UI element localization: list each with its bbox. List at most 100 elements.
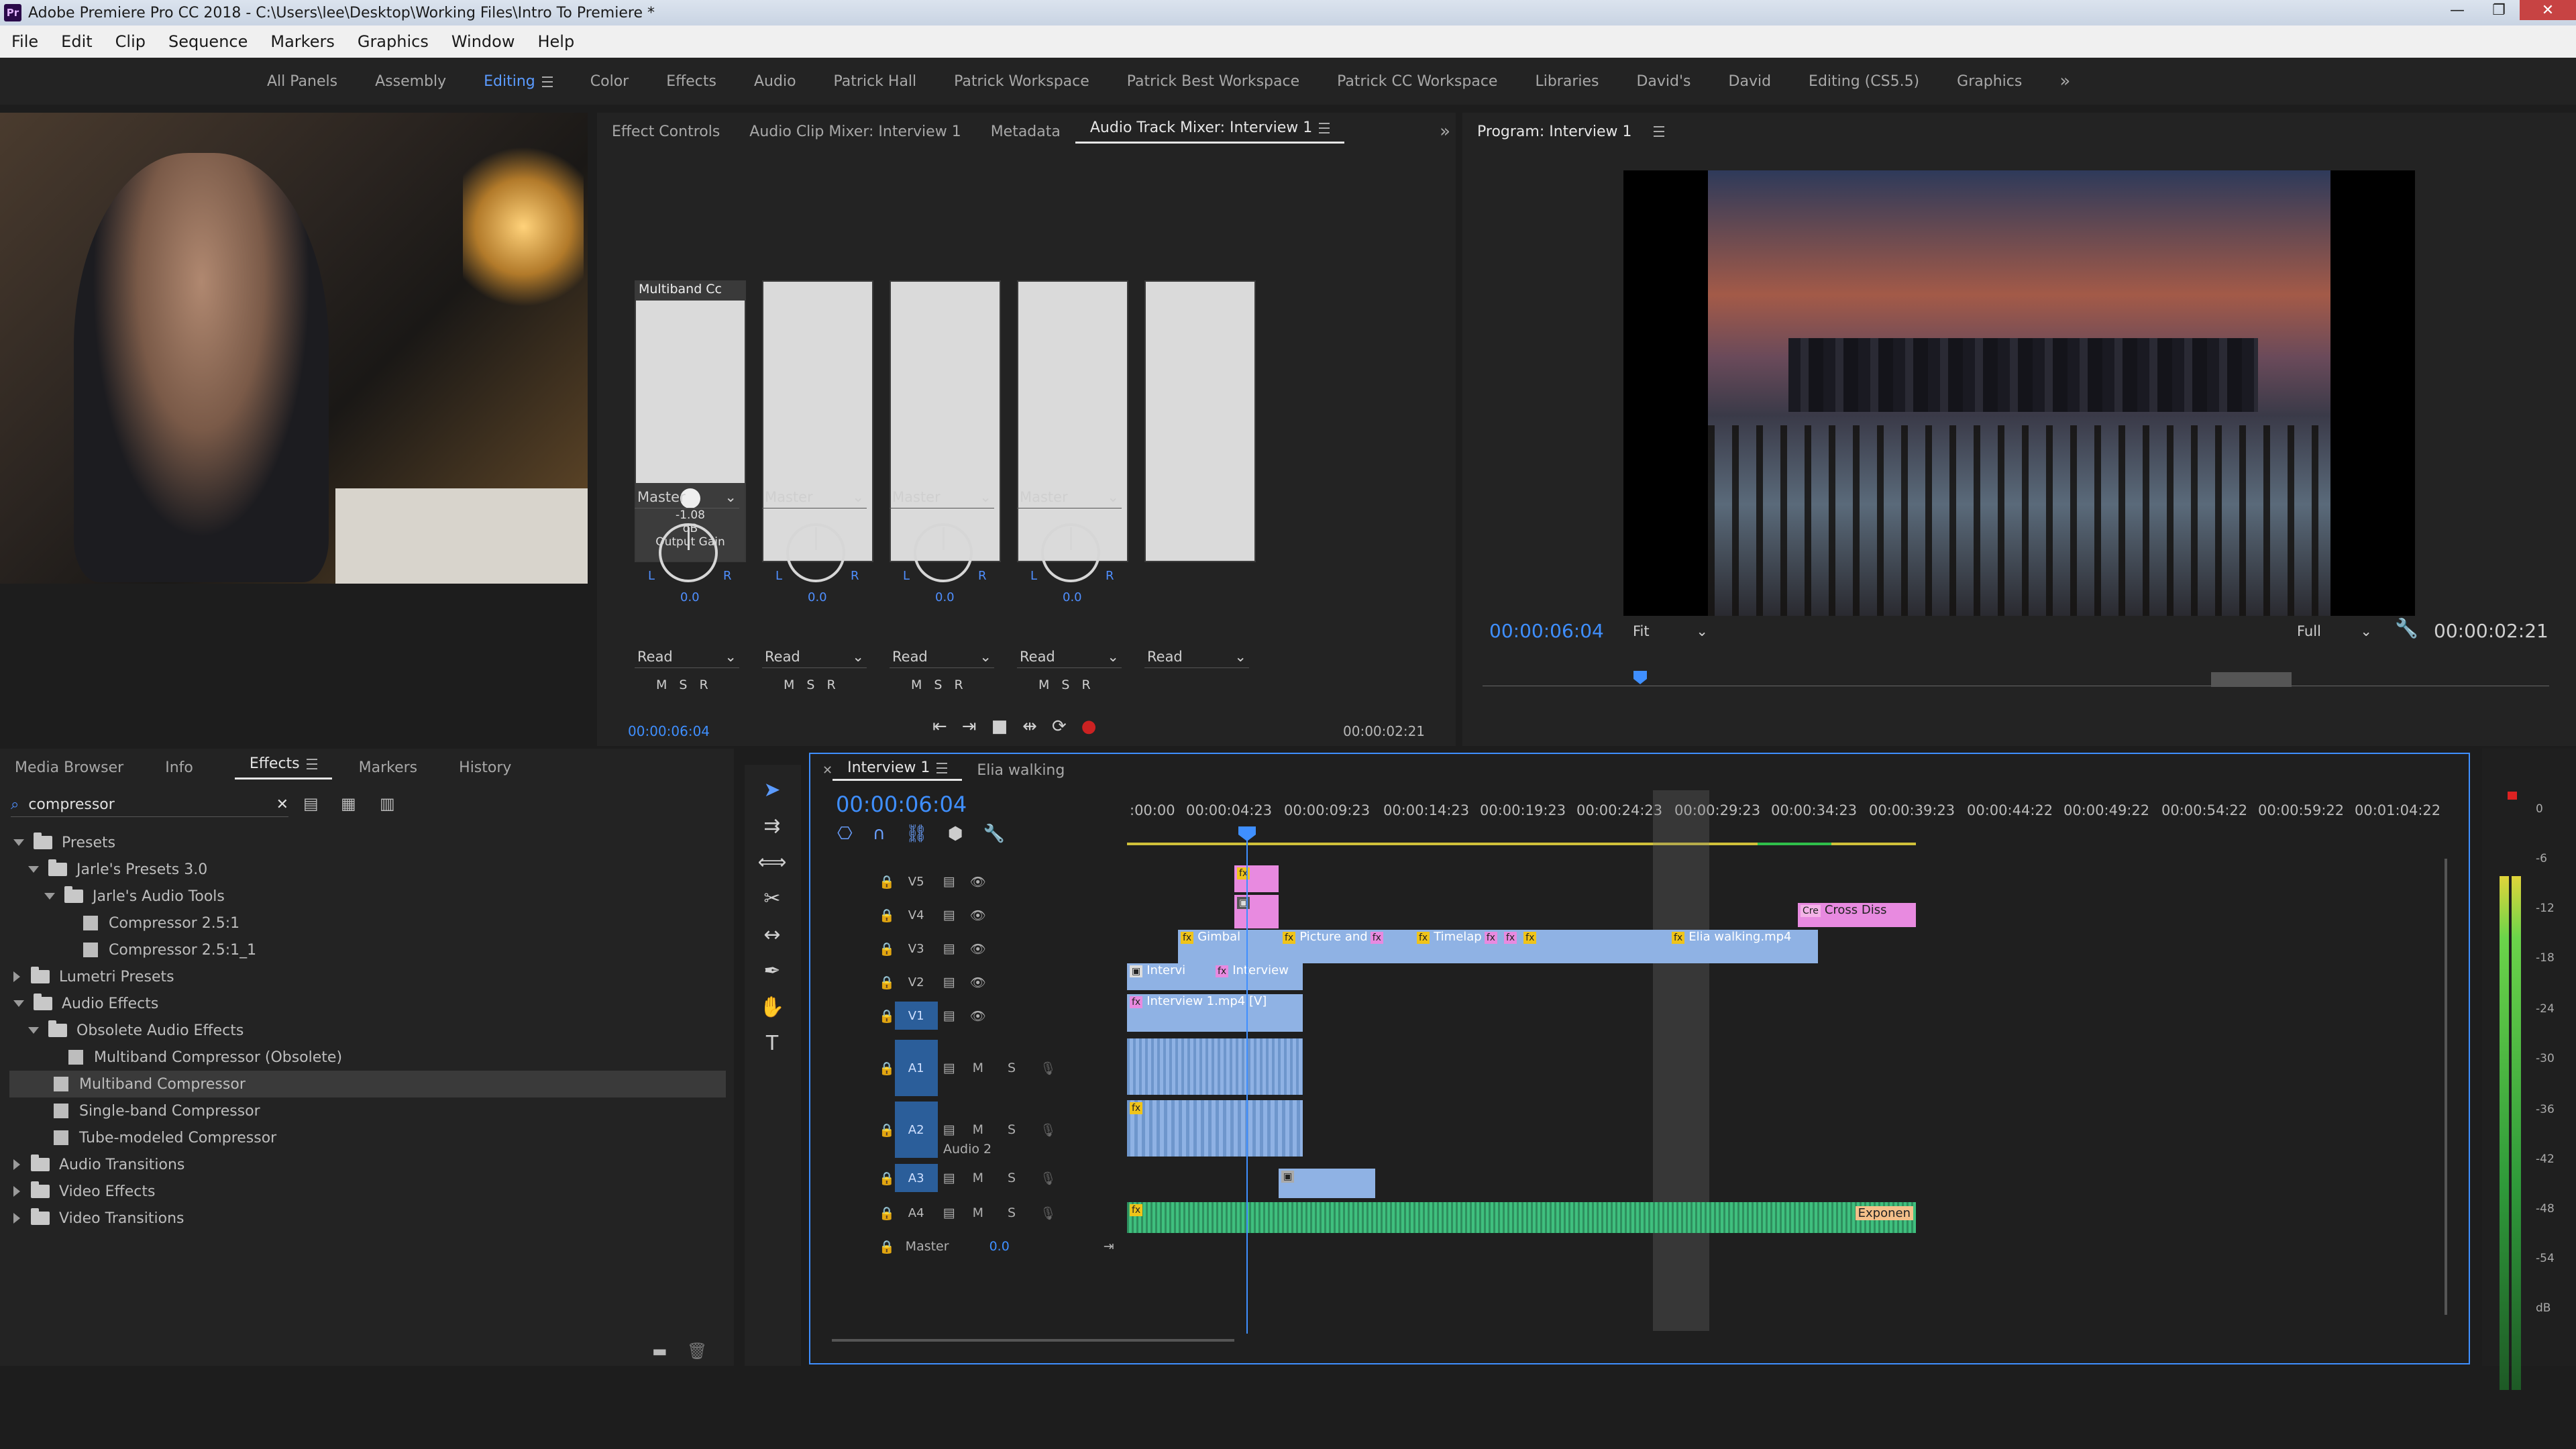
minimize-icon[interactable]: — xyxy=(2436,0,2478,20)
zoom-fit-dropdown[interactable]: Fit ⌄ xyxy=(1630,620,1711,643)
menu-help[interactable]: Help xyxy=(526,32,586,51)
pan-value-4[interactable]: 0.0 xyxy=(1063,590,1082,604)
tab-media-browser[interactable]: Media Browser xyxy=(0,759,138,776)
workspace-patrick-best[interactable]: Patrick Best Workspace xyxy=(1108,73,1318,90)
toggle-output-icon[interactable]: 👁 xyxy=(970,975,986,990)
menu-sequence[interactable]: Sequence xyxy=(157,32,259,51)
lock-icon[interactable]: 🔒 xyxy=(879,874,895,890)
tree-item-lumetri-presets[interactable]: Lumetri Presets xyxy=(13,963,174,990)
track-a3[interactable]: 🔒 A3 ▤ M S 🎙 xyxy=(879,1163,1127,1193)
tree-item-compressor-25-1[interactable]: Compressor 2.5:1_1 xyxy=(83,936,256,963)
nest-icon[interactable]: ⎔ xyxy=(837,824,853,844)
panel-menu-icon[interactable] xyxy=(1319,123,1330,133)
solo-button[interactable]: S xyxy=(1008,1171,1016,1185)
record-icon[interactable]: ● xyxy=(1081,716,1097,737)
channel-strip-5[interactable] xyxy=(1144,280,1256,562)
clip-gimbal[interactable]: fx Gimbal xyxy=(1178,930,1280,963)
playhead-marker-icon[interactable] xyxy=(1633,671,1647,684)
workspace-patrick-hall[interactable]: Patrick Hall xyxy=(815,73,936,90)
mute-button[interactable]: M xyxy=(973,1061,983,1075)
clip-fx-v4[interactable]: ▣ xyxy=(1234,895,1279,928)
pen-tool-icon[interactable]: ✒ xyxy=(757,955,788,986)
voiceover-mic-icon[interactable]: 🎙 xyxy=(1040,1205,1056,1221)
lock-icon[interactable]: 🔒 xyxy=(879,1205,895,1221)
program-tab[interactable]: Program: Interview 1 xyxy=(1462,113,1664,150)
workspace-editing-cs55[interactable]: Editing (CS5.5) xyxy=(1790,73,1938,90)
clip-fx-v5[interactable]: fx xyxy=(1234,865,1279,892)
workspace-patrick-workspace[interactable]: Patrick Workspace xyxy=(935,73,1108,90)
automation-mode-4[interactable]: Read ⌄ xyxy=(1017,645,1122,668)
clip-cross-dissolve[interactable]: Cre Cross Diss xyxy=(1798,903,1916,927)
close-icon[interactable]: ✕ xyxy=(2520,0,2576,20)
tree-item-jarles-presets[interactable]: Jarle's Presets 3.0 xyxy=(28,856,207,883)
track-v3[interactable]: 🔒 V3 ▤ 👁 xyxy=(879,935,1127,962)
add-marker-icon[interactable]: ⬢ xyxy=(948,824,963,844)
pan-value-3[interactable]: 0.0 xyxy=(935,590,955,604)
automation-mode-1[interactable]: Read ⌄ xyxy=(635,645,739,668)
timeline-horizontal-scrollbar[interactable] xyxy=(832,1339,1234,1342)
track-v1[interactable]: 🔒 V1 ▤ 👁 xyxy=(879,1001,1127,1030)
in-out-range[interactable] xyxy=(2211,672,2292,687)
program-scrub-bar[interactable] xyxy=(1483,671,2549,691)
pan-value-1[interactable]: 0.0 xyxy=(680,590,700,604)
workspace-libraries[interactable]: Libraries xyxy=(1516,73,1617,90)
mixer-current-time[interactable]: 00:00:06:04 xyxy=(628,723,710,739)
ripple-edit-tool-icon[interactable]: ⟺ xyxy=(757,847,788,877)
tree-item-video-transitions[interactable]: Video Transitions xyxy=(13,1205,184,1232)
effect-name-label[interactable]: Multiband Cc xyxy=(636,282,745,301)
timeline-vertical-scrollbar[interactable] xyxy=(2445,859,2447,1315)
output-dropdown-1[interactable]: Master ⌄ xyxy=(635,486,739,508)
lock-icon[interactable]: 🔒 xyxy=(879,1171,895,1186)
sync-lock-icon[interactable]: ▤ xyxy=(943,1008,955,1023)
solo-button[interactable]: S xyxy=(1008,1122,1016,1137)
voiceover-mic-icon[interactable]: 🎙 xyxy=(1040,1122,1056,1138)
tree-item-compressor-25[interactable]: Compressor 2.5:1 xyxy=(83,910,239,936)
sync-lock-icon[interactable]: ▤ xyxy=(943,941,955,956)
workspace-editing[interactable]: Editing xyxy=(465,73,572,90)
tree-item-multiband-compressor[interactable]: Multiband Compressor xyxy=(9,1071,726,1097)
loop-icon[interactable]: ⟳ xyxy=(1052,716,1067,737)
workspace-graphics[interactable]: Graphics xyxy=(1938,73,2041,90)
menu-markers[interactable]: Markers xyxy=(259,32,345,51)
toggle-output-icon[interactable]: 👁 xyxy=(970,908,986,923)
effects-search-box[interactable]: ⌕ compressor ✕ xyxy=(11,793,288,817)
clip-audio-a2[interactable]: fx xyxy=(1127,1100,1303,1157)
automation-mode-2[interactable]: Read ⌄ xyxy=(762,645,867,668)
menu-edit[interactable]: Edit xyxy=(50,32,103,51)
type-tool-icon[interactable]: T xyxy=(757,1028,788,1059)
search-input[interactable]: compressor xyxy=(28,796,276,813)
clip-audio-a4[interactable]: fx Exponen xyxy=(1127,1202,1916,1233)
gain-value[interactable]: -1.08 xyxy=(636,508,745,522)
tab-history[interactable]: History xyxy=(432,759,526,776)
mute-button[interactable]: M xyxy=(973,1122,983,1137)
tree-item-tube-modeled[interactable]: Tube-modeled Compressor xyxy=(54,1124,276,1151)
automation-mode-master[interactable]: Read ⌄ xyxy=(1144,645,1249,668)
msr-buttons-4[interactable]: MSR xyxy=(1038,678,1103,692)
clip-audio-a3[interactable]: ▣ xyxy=(1279,1169,1375,1198)
voiceover-mic-icon[interactable]: 🎙 xyxy=(1040,1171,1056,1186)
razor-tool-icon[interactable]: ✂ xyxy=(757,883,788,914)
clip-audio-a1[interactable] xyxy=(1127,1038,1303,1095)
pan-knob-3[interactable] xyxy=(914,523,973,582)
program-menu-icon[interactable] xyxy=(1653,126,1664,137)
linked-selection-icon[interactable]: ⛓ xyxy=(906,824,928,844)
menu-window[interactable]: Window xyxy=(440,32,527,51)
workspace-patrick-cc[interactable]: Patrick CC Workspace xyxy=(1318,73,1516,90)
tree-item-video-effects[interactable]: Video Effects xyxy=(13,1178,155,1205)
track-select-tool-icon[interactable]: ⇉ xyxy=(757,810,788,841)
pan-value-2[interactable]: 0.0 xyxy=(808,590,827,604)
output-dropdown-3[interactable]: Master ⌄ xyxy=(890,486,994,508)
track-a4[interactable]: 🔒 A4 ▤ M S 🎙 xyxy=(879,1199,1127,1226)
program-timecode[interactable]: 00:00:06:04 xyxy=(1489,620,1604,642)
workspace-all-panels[interactable]: All Panels xyxy=(248,73,356,90)
new-bin-icon[interactable]: ▬ xyxy=(652,1342,667,1360)
clip-interview-v2-a[interactable]: ▣ Intervi xyxy=(1127,963,1213,990)
workspace-menu-icon[interactable] xyxy=(541,76,553,87)
yuv-effects-icon[interactable]: ▥ xyxy=(380,794,395,813)
tab-interview-1[interactable]: Interview 1 xyxy=(833,759,963,781)
tab-audio-track-mixer[interactable]: Audio Track Mixer: Interview 1 xyxy=(1075,119,1345,144)
msr-buttons-1[interactable]: MSR xyxy=(656,678,720,692)
tree-item-presets[interactable]: Presets xyxy=(13,829,115,856)
lock-icon[interactable]: 🔒 xyxy=(879,975,895,990)
toggle-output-icon[interactable]: 👁 xyxy=(970,941,986,957)
